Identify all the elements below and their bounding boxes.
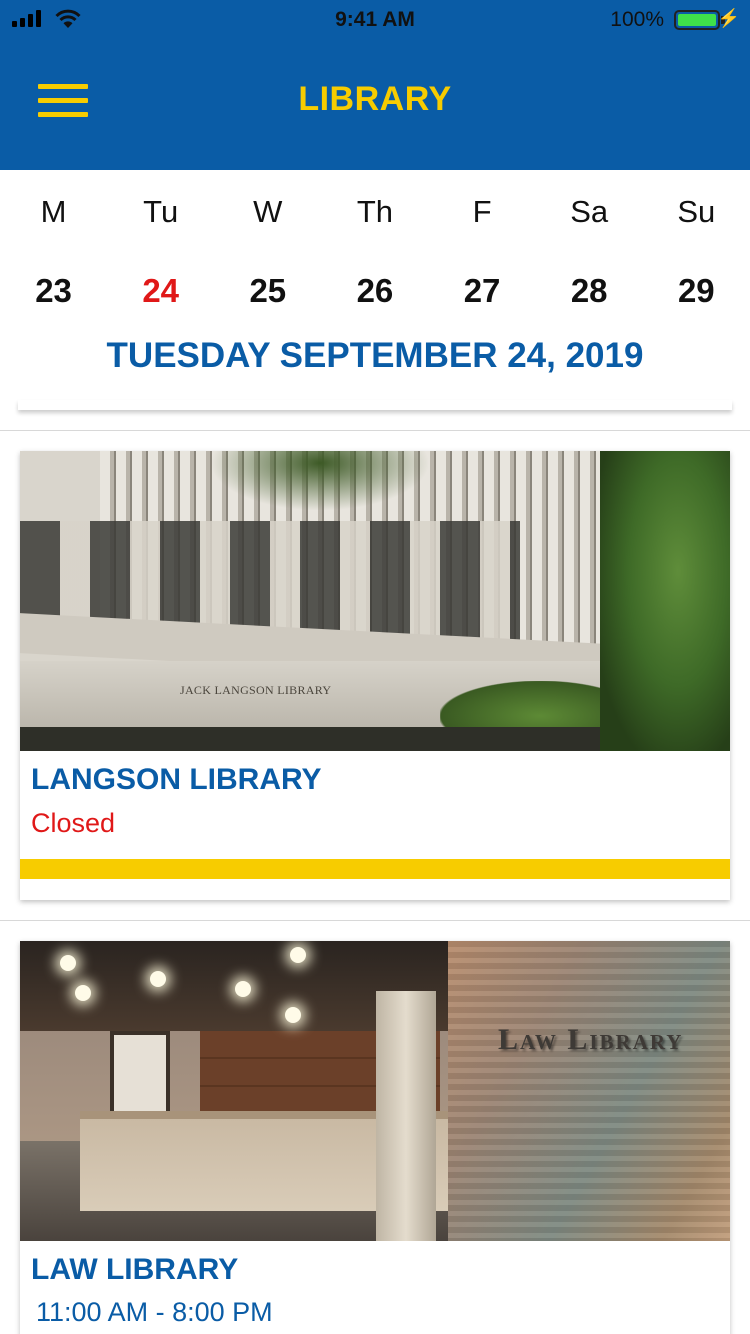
- weekday-row: M Tu W Th F Sa Su: [0, 194, 750, 230]
- weekday-label: Sa: [570, 194, 609, 229]
- page-title: LIBRARY: [298, 80, 452, 118]
- divider: [0, 430, 750, 431]
- weekday-label: Su: [677, 194, 716, 229]
- library-card-law[interactable]: Law Library LAW LIBRARY 11:00 AM - 8:00 …: [20, 941, 730, 1334]
- card-bottom-edge: [18, 400, 732, 410]
- battery-icon: [674, 10, 720, 30]
- charging-bolt-icon: ⚡: [717, 8, 740, 28]
- date-cell-28[interactable]: 28: [536, 272, 643, 310]
- battery-percent: 100%: [610, 8, 664, 31]
- weekday-label: W: [253, 194, 283, 229]
- langson-library-photo: JACK LANGSON LIBRARY: [20, 451, 730, 751]
- date-cell-27[interactable]: 27: [429, 272, 536, 310]
- selected-date-heading: TUESDAY SEPTEMBER 24, 2019: [106, 336, 644, 375]
- library-hours: Closed: [31, 808, 116, 838]
- library-hours: 11:00 AM - 8:00 PM: [36, 1297, 273, 1327]
- date-cell-26[interactable]: 26: [321, 272, 428, 310]
- date-cell-25[interactable]: 25: [214, 272, 321, 310]
- date-row: 23 24 25 26 27 28 29: [0, 272, 750, 310]
- weekday-label: Th: [356, 194, 394, 229]
- weekday-label: M: [40, 194, 67, 229]
- status-bar: 9:41 AM 100% ⚡: [0, 0, 750, 40]
- law-library-photo: Law Library: [20, 941, 730, 1241]
- date-cell-29[interactable]: 29: [643, 272, 750, 310]
- week-calendar: M Tu W Th F Sa Su 23 24 25 26 27 28 29 T…: [0, 170, 750, 410]
- library-name: LAW LIBRARY: [31, 1253, 239, 1286]
- divider: [0, 920, 750, 921]
- date-cell-24-selected[interactable]: 24: [107, 272, 214, 310]
- app-header: LIBRARY: [0, 40, 750, 170]
- weekday-label: F: [472, 194, 492, 229]
- building-sign: JACK LANGSON LIBRARY: [180, 683, 332, 697]
- library-card-langson[interactable]: JACK LANGSON LIBRARY LANGSON LIBRARY Clo…: [20, 451, 730, 900]
- law-library-wall-sign: Law Library: [498, 1023, 684, 1056]
- date-cell-23[interactable]: 23: [0, 272, 107, 310]
- weekday-label: Tu: [143, 194, 179, 229]
- library-name: LANGSON LIBRARY: [31, 763, 322, 796]
- card-accent-bar: [20, 859, 730, 879]
